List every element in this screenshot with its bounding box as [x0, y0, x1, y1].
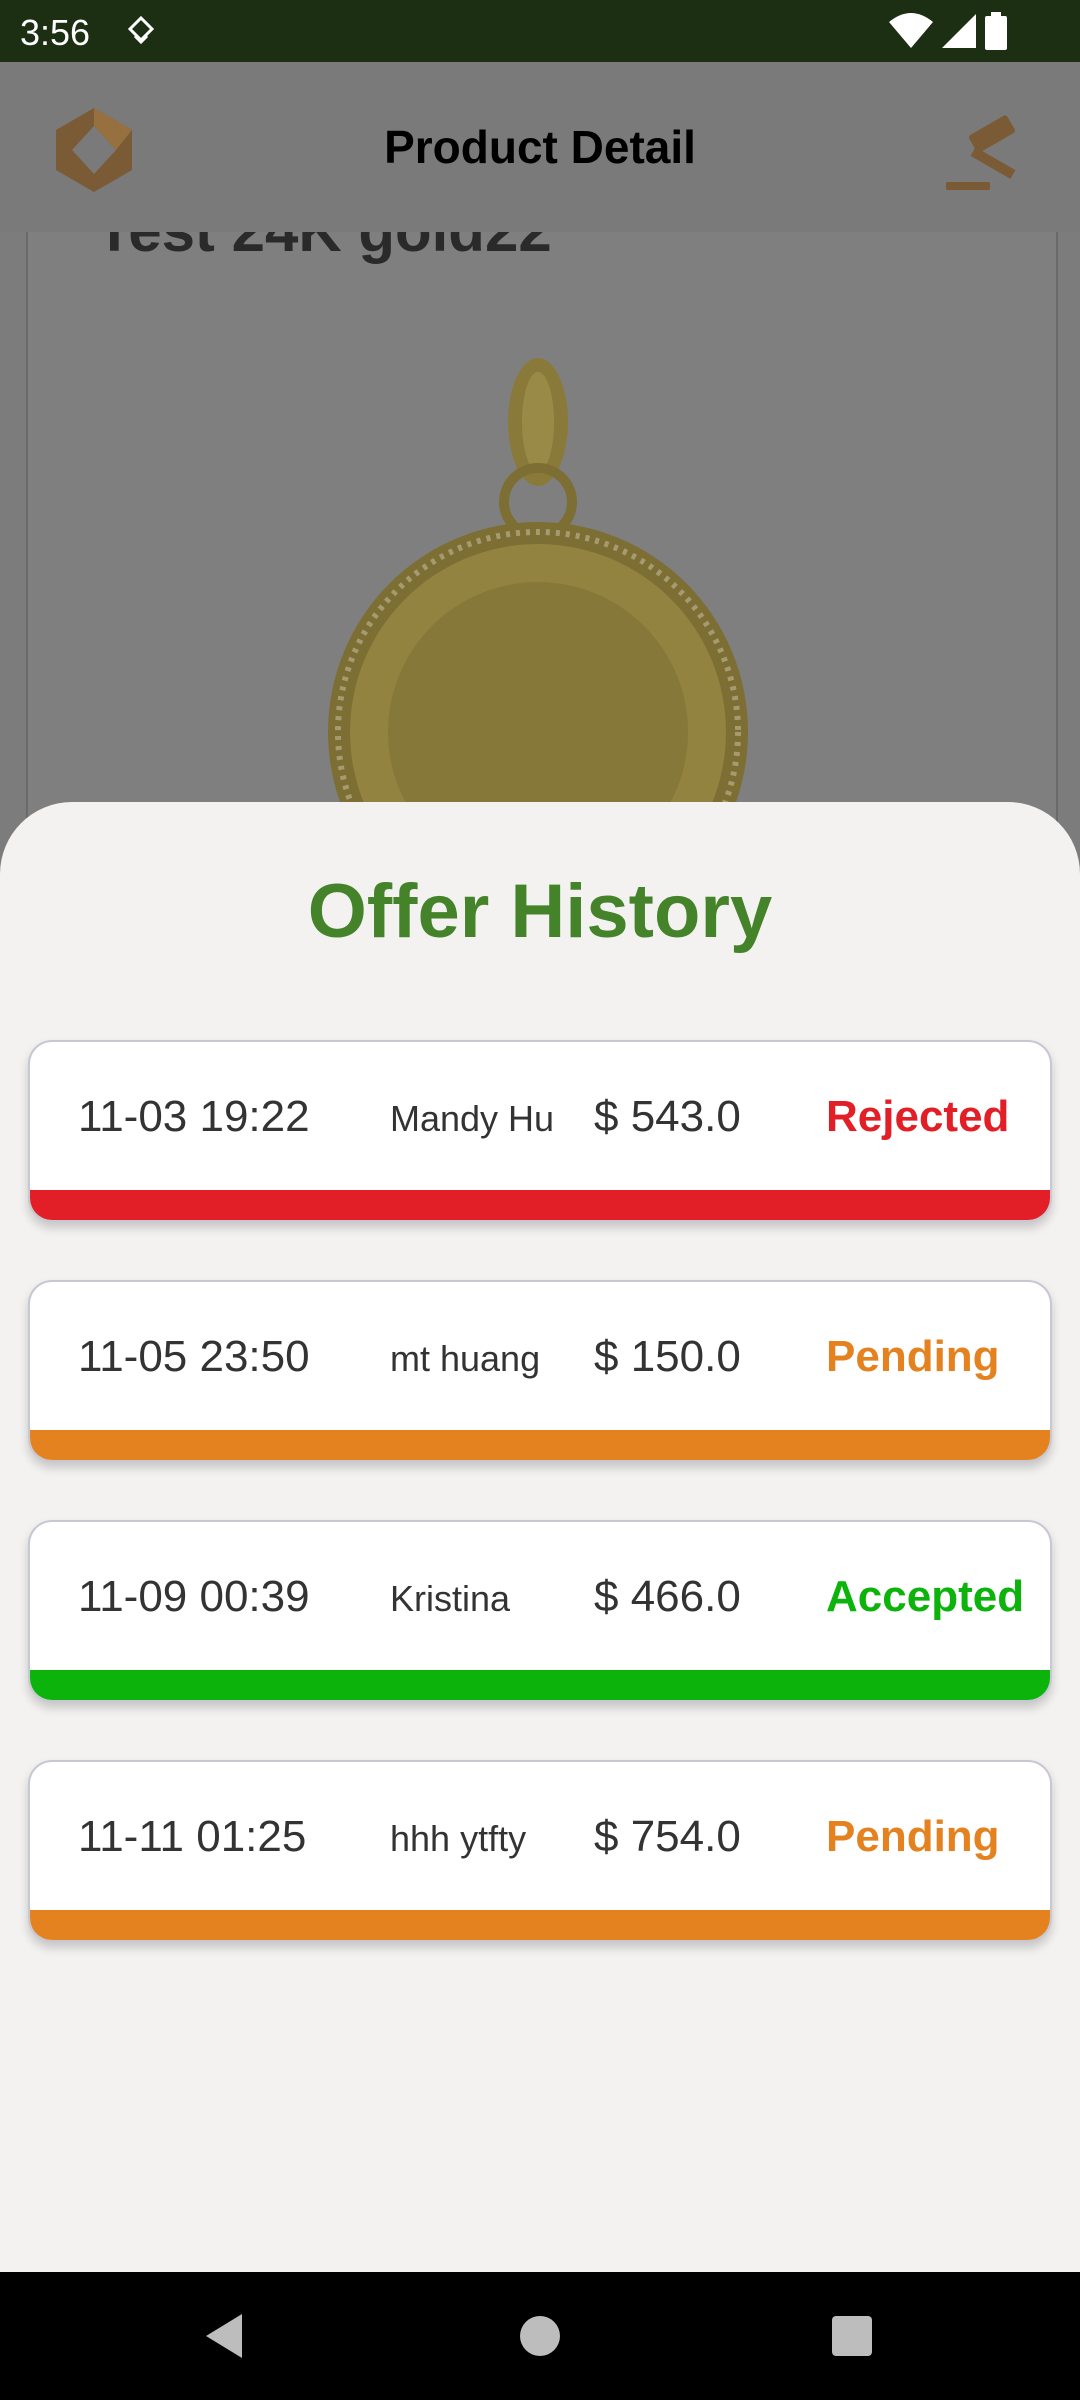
- offer-status: Pending: [826, 1812, 1000, 1861]
- offer-user: hhh ytfty: [390, 1818, 527, 1859]
- offer-status: Accepted: [826, 1572, 1025, 1621]
- gavel-icon[interactable]: [940, 104, 1036, 200]
- offer-amount: $ 543.0: [594, 1092, 741, 1141]
- product-card: Test 24K gold22: [26, 232, 1058, 832]
- wifi-icon: [889, 13, 933, 48]
- offer-card[interactable]: 11-03 19:22 Mandy Hu $ 543.0 Rejected: [28, 1040, 1052, 1222]
- offer-date: 11-11 01:25: [78, 1812, 307, 1861]
- cell-signal-icon: [942, 14, 976, 48]
- product-title: Test 24K gold22: [96, 232, 552, 265]
- offer-date: 11-09 00:39: [78, 1572, 310, 1621]
- battery-icon: [985, 12, 1007, 50]
- offer-user: Kristina: [390, 1578, 511, 1619]
- offer-date: 11-03 19:22: [78, 1092, 310, 1141]
- offer-status-bar: [30, 1670, 1050, 1700]
- offer-amount: $ 754.0: [594, 1812, 741, 1861]
- gold-pendant-image: [328, 358, 748, 832]
- recents-icon[interactable]: [822, 2306, 882, 2366]
- status-time: 3:56: [20, 12, 91, 53]
- offer-status-bar: [30, 1910, 1050, 1940]
- system-nav-bar: [0, 2272, 1080, 2400]
- home-icon[interactable]: [510, 2306, 570, 2366]
- offer-card[interactable]: 11-09 00:39 Kristina $ 466.0 Accepted: [28, 1520, 1052, 1702]
- offer-card[interactable]: 11-11 01:25 hhh ytfty $ 754.0 Pending: [28, 1760, 1052, 1942]
- offer-amount: $ 466.0: [594, 1572, 741, 1621]
- page-title: Product Detail: [384, 121, 696, 173]
- offer-date: 11-05 23:50: [78, 1332, 310, 1381]
- offer-user: mt huang: [390, 1338, 541, 1379]
- offer-amount: $ 150.0: [594, 1332, 741, 1381]
- offer-history-sheet: Offer History 11-03 19:22 Mandy Hu $ 543…: [0, 802, 1080, 2272]
- app-bar: Product Detail: [0, 62, 1080, 232]
- offer-history-title: Offer History: [307, 869, 773, 954]
- offer-card[interactable]: 11-05 23:50 mt huang $ 150.0 Pending: [28, 1280, 1052, 1462]
- offer-status: Pending: [826, 1332, 1000, 1381]
- offer-status-bar: [30, 1430, 1050, 1460]
- status-bar: 3:56: [0, 0, 1080, 62]
- offer-status: Rejected: [826, 1092, 1010, 1141]
- offer-status-bar: [30, 1190, 1050, 1220]
- offer-user: Mandy Hu: [390, 1098, 555, 1139]
- back-icon[interactable]: [196, 2306, 256, 2366]
- download-icon: [127, 15, 155, 45]
- offer-list: 11-03 19:22 Mandy Hu $ 543.0 Rejected 11…: [28, 1040, 1052, 2000]
